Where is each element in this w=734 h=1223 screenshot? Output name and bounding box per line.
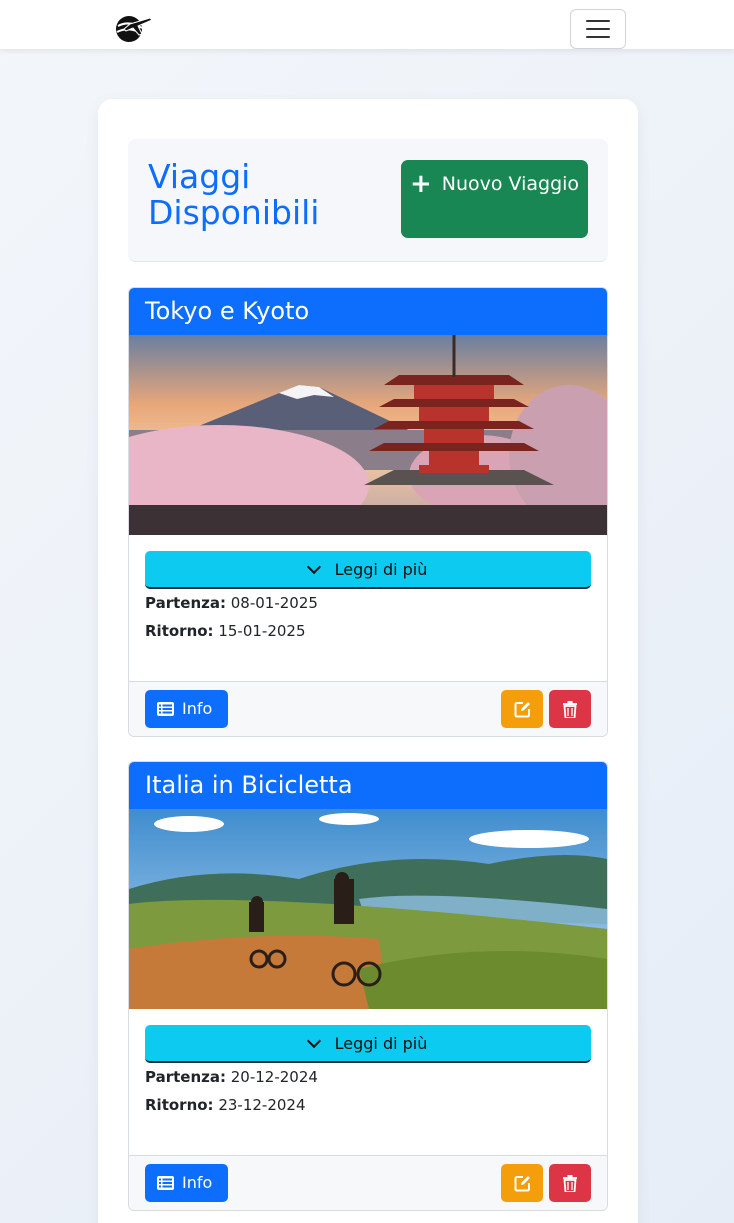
new-trip-button[interactable]: + Nuovo Viaggio	[401, 160, 588, 238]
departure-label: Partenza:	[145, 594, 226, 612]
info-button[interactable]: Info	[145, 1164, 228, 1202]
trip-title: Italia in Bicicletta	[129, 762, 607, 809]
departure-date: 20-12-2024	[230, 1068, 318, 1086]
edit-icon	[514, 701, 530, 717]
plus-icon: +	[409, 169, 432, 199]
chevron-down-icon	[306, 1033, 321, 1049]
departure-label: Partenza:	[145, 1068, 226, 1086]
return-date: 23-12-2024	[218, 1096, 306, 1114]
return-date: 15-01-2025	[218, 622, 306, 640]
page-header: Viaggi Disponibili + Nuovo Viaggio	[128, 139, 608, 262]
page-title: Viaggi Disponibili	[148, 157, 320, 232]
list-icon	[157, 1176, 174, 1190]
trip-image	[129, 809, 607, 1009]
chevron-down-icon	[306, 559, 321, 575]
return-line: Ritorno: 23-12-2024	[145, 1091, 591, 1119]
trip-title: Tokyo e Kyoto	[129, 288, 607, 335]
trip-body: Leggi di più Partenza: 08-01-2025 Ritorn…	[129, 535, 607, 681]
airplane-globe-logo-icon[interactable]	[112, 12, 153, 44]
edit-button[interactable]	[501, 690, 543, 728]
return-line: Ritorno: 15-01-2025	[145, 617, 591, 645]
return-label: Ritorno:	[145, 1096, 214, 1114]
read-more-button[interactable]: Leggi di più	[145, 551, 591, 589]
new-trip-label: Nuovo Viaggio	[441, 173, 580, 195]
delete-button[interactable]	[549, 690, 591, 728]
info-label: Info	[182, 699, 213, 718]
info-label: Info	[182, 1173, 213, 1192]
trip-footer: Info	[129, 1155, 607, 1210]
read-more-label: Leggi di più	[334, 560, 428, 579]
trip-footer: Info	[129, 681, 607, 736]
main-card: Viaggi Disponibili + Nuovo Viaggio Tokyo …	[98, 99, 638, 1223]
return-label: Ritorno:	[145, 622, 214, 640]
menu-toggle-button[interactable]	[570, 9, 626, 49]
trash-icon	[563, 700, 577, 718]
list-icon	[157, 702, 174, 716]
departure-line: Partenza: 20-12-2024	[145, 1063, 591, 1091]
trip-body: Leggi di più Partenza: 20-12-2024 Ritorn…	[129, 1009, 607, 1155]
edit-button[interactable]	[501, 1164, 543, 1202]
navbar	[0, 0, 734, 49]
info-button[interactable]: Info	[145, 690, 228, 728]
departure-date: 08-01-2025	[230, 594, 318, 612]
delete-button[interactable]	[549, 1164, 591, 1202]
trip-card: Italia in Bicicletta Leggi di più Parten…	[128, 761, 608, 1211]
trash-icon	[563, 1174, 577, 1192]
read-more-label: Leggi di più	[334, 1034, 428, 1053]
edit-icon	[514, 1175, 530, 1191]
hamburger-icon-line	[586, 28, 610, 30]
hamburger-icon-line	[586, 36, 610, 38]
read-more-button[interactable]: Leggi di più	[145, 1025, 591, 1063]
hamburger-icon-line	[586, 20, 610, 22]
departure-line: Partenza: 08-01-2025	[145, 589, 591, 617]
trip-card: Tokyo e Kyoto Leggi di più Partenza: 08-…	[128, 287, 608, 737]
trip-image	[129, 335, 607, 535]
